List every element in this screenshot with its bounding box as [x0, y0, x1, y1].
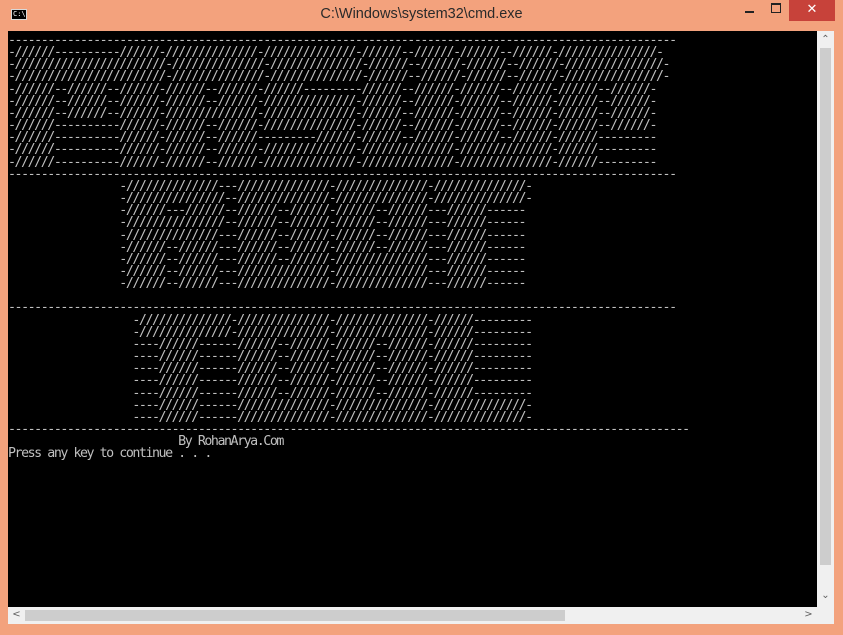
- scrollbar-corner: [817, 607, 834, 624]
- close-button[interactable]: ✕: [789, 0, 835, 21]
- close-icon: ✕: [806, 2, 818, 17]
- minimize-icon: [745, 11, 754, 13]
- console-line: -//////--//////---//////////////-///////…: [8, 276, 526, 292]
- scroll-left-arrow-icon[interactable]: <: [8, 609, 25, 621]
- title-bar[interactable]: C:\ C:\Windows\system32\cmd.exe ✕: [0, 0, 843, 31]
- window-title: C:\Windows\system32\cmd.exe: [320, 6, 523, 22]
- maximize-icon: [771, 3, 781, 13]
- scroll-down-arrow-icon[interactable]: ⌄: [817, 590, 834, 602]
- console-line: Press any key to continue . . .: [8, 446, 212, 462]
- console-text: ----------------------------------------…: [8, 34, 690, 462]
- horizontal-scroll-thumb[interactable]: [25, 610, 565, 621]
- console-output-area[interactable]: ----------------------------------------…: [8, 31, 817, 607]
- scroll-up-arrow-icon[interactable]: ⌃: [817, 34, 834, 46]
- scroll-right-arrow-icon[interactable]: >: [800, 609, 817, 621]
- vertical-scroll-thumb[interactable]: [820, 48, 831, 565]
